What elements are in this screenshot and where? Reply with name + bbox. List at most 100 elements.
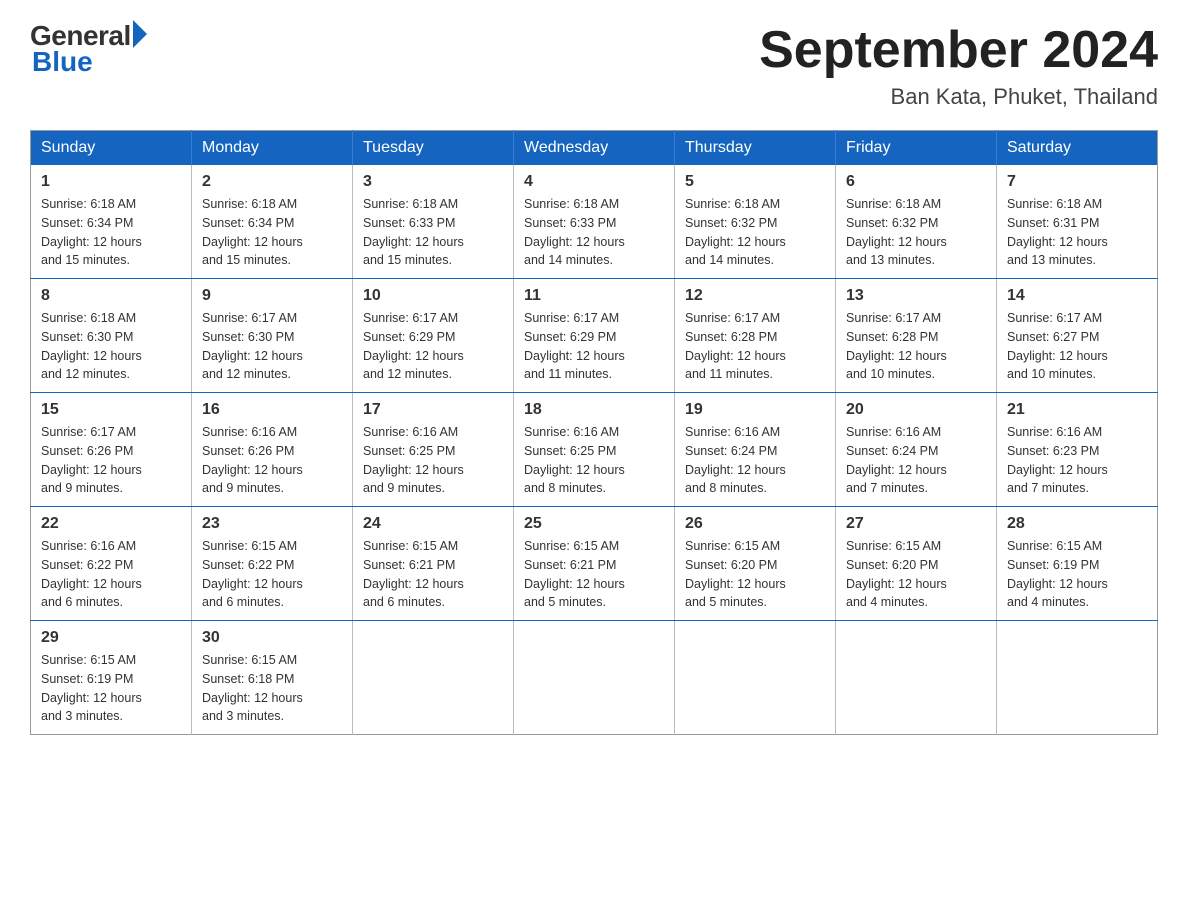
day-number: 29 (41, 629, 181, 647)
calendar-cell (997, 621, 1158, 735)
day-info: Sunrise: 6:18 AMSunset: 6:32 PMDaylight:… (685, 195, 825, 270)
calendar-title: September 2024 (759, 20, 1158, 80)
calendar-cell: 15 Sunrise: 6:17 AMSunset: 6:26 PMDaylig… (31, 393, 192, 507)
day-number: 12 (685, 287, 825, 305)
calendar-cell (514, 621, 675, 735)
day-number: 5 (685, 173, 825, 191)
calendar-cell: 4 Sunrise: 6:18 AMSunset: 6:33 PMDayligh… (514, 165, 675, 279)
day-info: Sunrise: 6:15 AMSunset: 6:18 PMDaylight:… (202, 651, 342, 726)
calendar-week-1: 1 Sunrise: 6:18 AMSunset: 6:34 PMDayligh… (31, 165, 1158, 279)
calendar-cell: 30 Sunrise: 6:15 AMSunset: 6:18 PMDaylig… (192, 621, 353, 735)
logo-arrow-icon (133, 20, 147, 48)
day-number: 4 (524, 173, 664, 191)
day-info: Sunrise: 6:15 AMSunset: 6:19 PMDaylight:… (1007, 537, 1147, 612)
day-number: 1 (41, 173, 181, 191)
calendar-cell: 26 Sunrise: 6:15 AMSunset: 6:20 PMDaylig… (675, 507, 836, 621)
calendar-cell: 9 Sunrise: 6:17 AMSunset: 6:30 PMDayligh… (192, 279, 353, 393)
day-number: 11 (524, 287, 664, 305)
day-number: 15 (41, 401, 181, 419)
day-number: 23 (202, 515, 342, 533)
day-info: Sunrise: 6:17 AMSunset: 6:30 PMDaylight:… (202, 309, 342, 384)
calendar-cell: 2 Sunrise: 6:18 AMSunset: 6:34 PMDayligh… (192, 165, 353, 279)
calendar-cell: 17 Sunrise: 6:16 AMSunset: 6:25 PMDaylig… (353, 393, 514, 507)
day-header-saturday: Saturday (997, 131, 1158, 166)
calendar-cell: 22 Sunrise: 6:16 AMSunset: 6:22 PMDaylig… (31, 507, 192, 621)
calendar-body: 1 Sunrise: 6:18 AMSunset: 6:34 PMDayligh… (31, 165, 1158, 735)
day-info: Sunrise: 6:18 AMSunset: 6:32 PMDaylight:… (846, 195, 986, 270)
calendar-cell: 8 Sunrise: 6:18 AMSunset: 6:30 PMDayligh… (31, 279, 192, 393)
day-number: 17 (363, 401, 503, 419)
day-header-wednesday: Wednesday (514, 131, 675, 166)
calendar-cell: 6 Sunrise: 6:18 AMSunset: 6:32 PMDayligh… (836, 165, 997, 279)
day-info: Sunrise: 6:16 AMSunset: 6:26 PMDaylight:… (202, 423, 342, 498)
logo-blue-text: Blue (32, 46, 93, 78)
calendar-week-2: 8 Sunrise: 6:18 AMSunset: 6:30 PMDayligh… (31, 279, 1158, 393)
calendar-cell: 23 Sunrise: 6:15 AMSunset: 6:22 PMDaylig… (192, 507, 353, 621)
day-info: Sunrise: 6:17 AMSunset: 6:28 PMDaylight:… (685, 309, 825, 384)
day-number: 13 (846, 287, 986, 305)
day-info: Sunrise: 6:18 AMSunset: 6:34 PMDaylight:… (41, 195, 181, 270)
day-number: 27 (846, 515, 986, 533)
calendar-subtitle: Ban Kata, Phuket, Thailand (759, 84, 1158, 110)
day-number: 2 (202, 173, 342, 191)
calendar-cell: 28 Sunrise: 6:15 AMSunset: 6:19 PMDaylig… (997, 507, 1158, 621)
day-info: Sunrise: 6:18 AMSunset: 6:33 PMDaylight:… (524, 195, 664, 270)
calendar-cell (675, 621, 836, 735)
day-info: Sunrise: 6:16 AMSunset: 6:23 PMDaylight:… (1007, 423, 1147, 498)
day-info: Sunrise: 6:18 AMSunset: 6:31 PMDaylight:… (1007, 195, 1147, 270)
calendar-cell: 10 Sunrise: 6:17 AMSunset: 6:29 PMDaylig… (353, 279, 514, 393)
day-header-tuesday: Tuesday (353, 131, 514, 166)
calendar-cell: 16 Sunrise: 6:16 AMSunset: 6:26 PMDaylig… (192, 393, 353, 507)
calendar-cell: 7 Sunrise: 6:18 AMSunset: 6:31 PMDayligh… (997, 165, 1158, 279)
title-section: September 2024 Ban Kata, Phuket, Thailan… (759, 20, 1158, 110)
calendar-header-row: SundayMondayTuesdayWednesdayThursdayFrid… (31, 131, 1158, 166)
day-number: 9 (202, 287, 342, 305)
day-info: Sunrise: 6:18 AMSunset: 6:30 PMDaylight:… (41, 309, 181, 384)
calendar-cell: 21 Sunrise: 6:16 AMSunset: 6:23 PMDaylig… (997, 393, 1158, 507)
day-info: Sunrise: 6:15 AMSunset: 6:19 PMDaylight:… (41, 651, 181, 726)
day-number: 26 (685, 515, 825, 533)
day-number: 24 (363, 515, 503, 533)
day-info: Sunrise: 6:18 AMSunset: 6:34 PMDaylight:… (202, 195, 342, 270)
day-info: Sunrise: 6:15 AMSunset: 6:20 PMDaylight:… (846, 537, 986, 612)
calendar-cell: 18 Sunrise: 6:16 AMSunset: 6:25 PMDaylig… (514, 393, 675, 507)
day-number: 10 (363, 287, 503, 305)
calendar-week-4: 22 Sunrise: 6:16 AMSunset: 6:22 PMDaylig… (31, 507, 1158, 621)
day-number: 8 (41, 287, 181, 305)
calendar-cell: 20 Sunrise: 6:16 AMSunset: 6:24 PMDaylig… (836, 393, 997, 507)
day-number: 20 (846, 401, 986, 419)
calendar-cell: 3 Sunrise: 6:18 AMSunset: 6:33 PMDayligh… (353, 165, 514, 279)
day-number: 14 (1007, 287, 1147, 305)
day-info: Sunrise: 6:15 AMSunset: 6:22 PMDaylight:… (202, 537, 342, 612)
calendar-week-3: 15 Sunrise: 6:17 AMSunset: 6:26 PMDaylig… (31, 393, 1158, 507)
day-number: 16 (202, 401, 342, 419)
day-number: 6 (846, 173, 986, 191)
calendar-cell: 27 Sunrise: 6:15 AMSunset: 6:20 PMDaylig… (836, 507, 997, 621)
day-info: Sunrise: 6:17 AMSunset: 6:28 PMDaylight:… (846, 309, 986, 384)
calendar-table: SundayMondayTuesdayWednesdayThursdayFrid… (30, 130, 1158, 735)
page-header: General Blue September 2024 Ban Kata, Ph… (30, 20, 1158, 110)
day-number: 30 (202, 629, 342, 647)
day-header-friday: Friday (836, 131, 997, 166)
day-number: 22 (41, 515, 181, 533)
day-header-thursday: Thursday (675, 131, 836, 166)
day-number: 3 (363, 173, 503, 191)
calendar-cell: 14 Sunrise: 6:17 AMSunset: 6:27 PMDaylig… (997, 279, 1158, 393)
day-info: Sunrise: 6:16 AMSunset: 6:25 PMDaylight:… (524, 423, 664, 498)
day-info: Sunrise: 6:17 AMSunset: 6:26 PMDaylight:… (41, 423, 181, 498)
calendar-cell: 24 Sunrise: 6:15 AMSunset: 6:21 PMDaylig… (353, 507, 514, 621)
day-info: Sunrise: 6:16 AMSunset: 6:24 PMDaylight:… (685, 423, 825, 498)
calendar-week-5: 29 Sunrise: 6:15 AMSunset: 6:19 PMDaylig… (31, 621, 1158, 735)
calendar-cell (353, 621, 514, 735)
day-number: 7 (1007, 173, 1147, 191)
day-header-monday: Monday (192, 131, 353, 166)
day-number: 21 (1007, 401, 1147, 419)
day-info: Sunrise: 6:16 AMSunset: 6:25 PMDaylight:… (363, 423, 503, 498)
calendar-cell: 13 Sunrise: 6:17 AMSunset: 6:28 PMDaylig… (836, 279, 997, 393)
calendar-cell: 25 Sunrise: 6:15 AMSunset: 6:21 PMDaylig… (514, 507, 675, 621)
day-info: Sunrise: 6:16 AMSunset: 6:22 PMDaylight:… (41, 537, 181, 612)
day-info: Sunrise: 6:17 AMSunset: 6:29 PMDaylight:… (524, 309, 664, 384)
day-info: Sunrise: 6:17 AMSunset: 6:27 PMDaylight:… (1007, 309, 1147, 384)
day-number: 18 (524, 401, 664, 419)
calendar-cell: 29 Sunrise: 6:15 AMSunset: 6:19 PMDaylig… (31, 621, 192, 735)
